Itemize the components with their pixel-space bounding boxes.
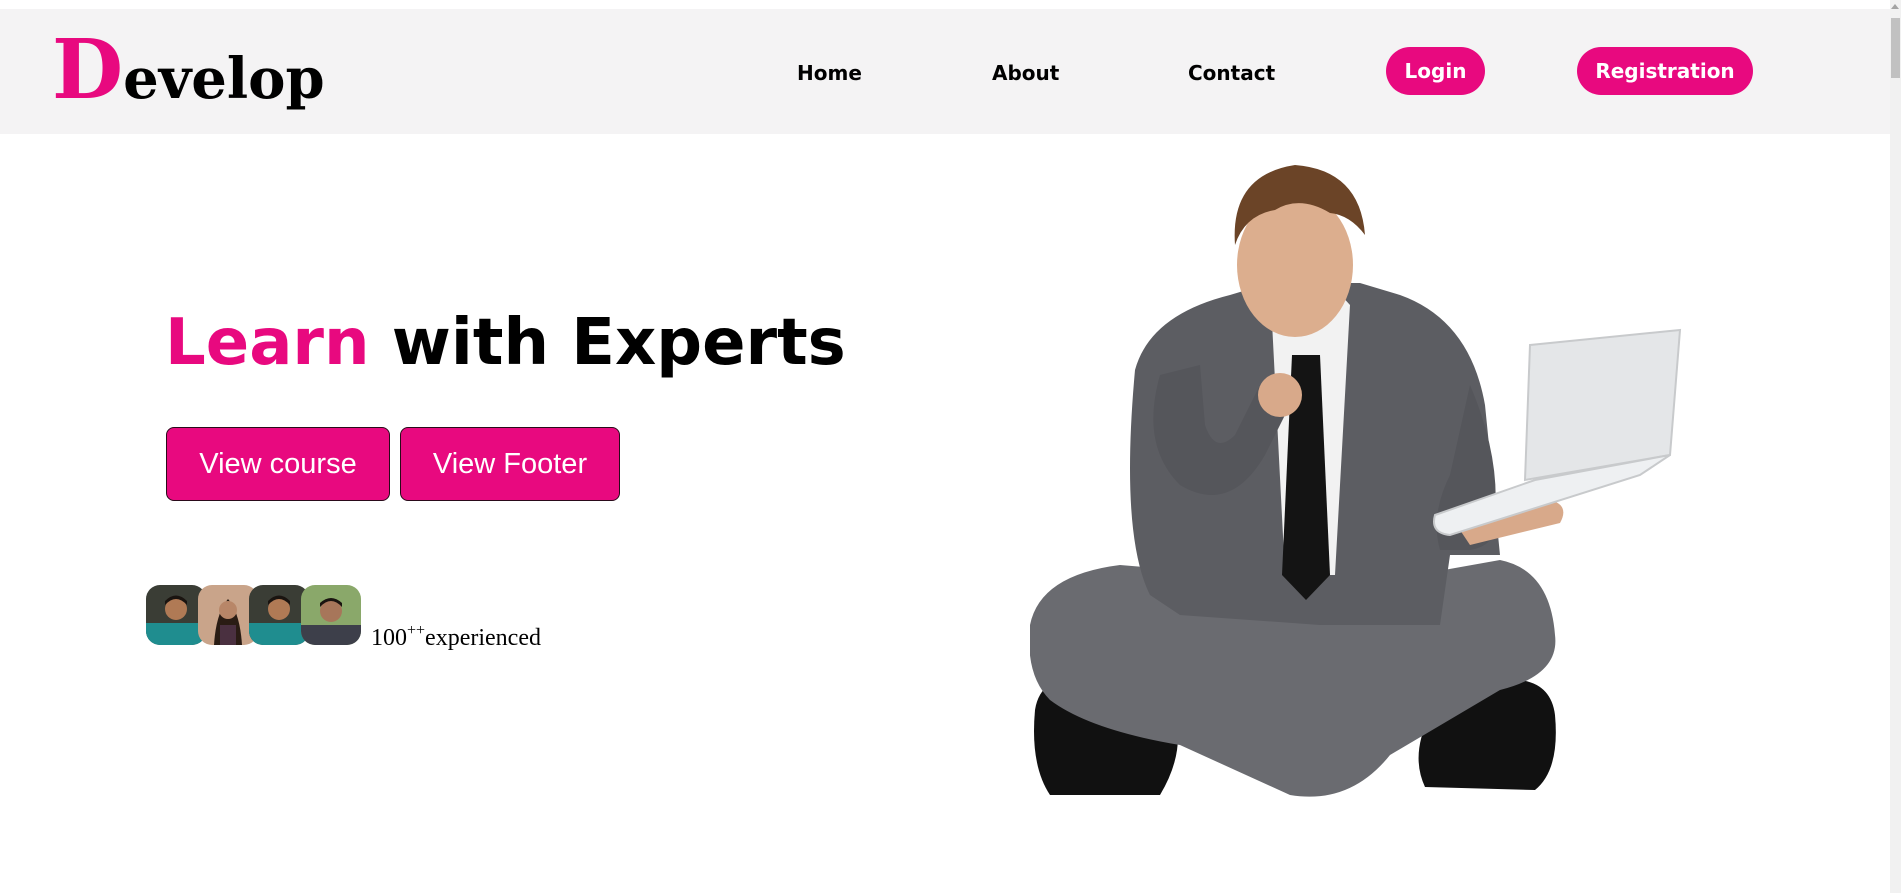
page-scrollbar[interactable]	[1890, 0, 1901, 893]
brand-logo-rest: evelop	[123, 46, 325, 112]
experienced-number: 100	[371, 625, 407, 651]
hero-title: Learn with Experts	[165, 306, 846, 380]
experienced-label: experienced	[425, 625, 541, 651]
brand-logo[interactable]: Develop	[52, 29, 325, 111]
scrollbar-thumb[interactable]	[1891, 18, 1900, 78]
avatar-group	[146, 585, 366, 645]
avatar-1	[146, 585, 206, 645]
experienced-count: 100++experienced	[371, 622, 541, 652]
view-course-button[interactable]: View course	[166, 427, 390, 501]
hero-title-rest: with Experts	[369, 306, 846, 380]
experienced-suffix: ++	[407, 622, 426, 639]
registration-button[interactable]: Registration	[1577, 47, 1753, 95]
avatar-3	[249, 585, 309, 645]
brand-logo-initial: D	[52, 22, 124, 118]
avatar-4	[301, 585, 361, 645]
site-header: Develop Home About Contact Login Registr…	[0, 9, 1890, 134]
scroll-up-arrow-icon[interactable]	[1891, 4, 1899, 9]
hero-businessman-image	[1030, 165, 1682, 797]
hero-title-highlight: Learn	[165, 306, 370, 380]
login-button[interactable]: Login	[1386, 47, 1485, 95]
view-footer-button[interactable]: View Footer	[400, 427, 620, 501]
nav-contact-link[interactable]: Contact	[1188, 61, 1275, 85]
nav-about-link[interactable]: About	[992, 61, 1059, 85]
nav-home-link[interactable]: Home	[797, 61, 862, 85]
